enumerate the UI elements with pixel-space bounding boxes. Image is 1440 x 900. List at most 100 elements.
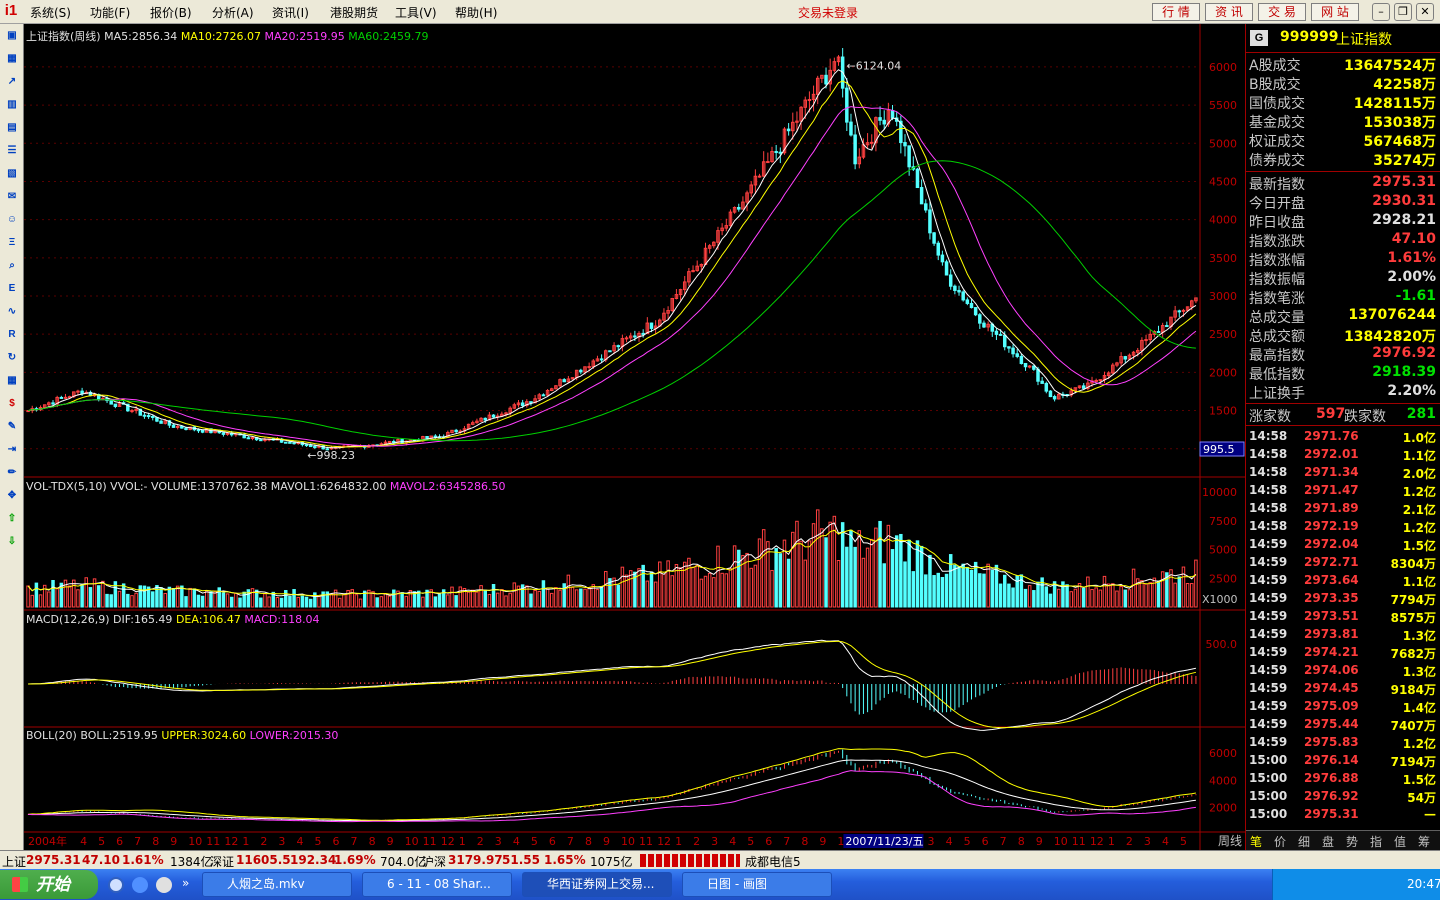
volume-bar <box>861 557 866 608</box>
volume-bar <box>205 590 209 608</box>
table-icon[interactable]: ▦ <box>3 373 21 389</box>
menu-tools[interactable]: 工具(V) <box>395 4 437 21</box>
task-video[interactable]: 人烟之岛.mkv <box>202 872 352 897</box>
volume-bar <box>878 520 882 608</box>
candle-body <box>200 429 205 433</box>
tool-icon[interactable]: ✎ <box>3 419 21 435</box>
tick-row: 15:00 2975.31 — <box>1246 805 1440 823</box>
candle-body <box>807 99 812 102</box>
browser-icon[interactable] <box>108 877 124 893</box>
pin-icon[interactable]: ▣ <box>3 28 21 44</box>
people-icon[interactable]: ☺ <box>3 212 21 228</box>
task-share[interactable]: 6 - 11 - 08 Shar... <box>362 872 512 897</box>
divider <box>1246 52 1440 53</box>
candle-icon[interactable]: ▥ <box>3 97 21 113</box>
candle-body <box>608 350 612 353</box>
tab-1[interactable]: 价 <box>1274 833 1286 850</box>
candle-body <box>633 335 637 338</box>
export-icon[interactable]: ⇥ <box>3 442 21 458</box>
candle-body <box>59 396 64 399</box>
tab-6[interactable]: 值 <box>1394 833 1406 850</box>
menu-help[interactable]: 帮助(H) <box>455 4 497 21</box>
move-icon[interactable]: ✥ <box>3 488 21 504</box>
restore-icon[interactable]: ❐ <box>1394 3 1412 21</box>
clock[interactable]: 20:47 <box>1407 877 1440 891</box>
etf-icon[interactable]: E <box>3 281 21 297</box>
up-arrow-icon[interactable]: ⇧ <box>3 511 21 527</box>
chart-area[interactable]: 6000 5500 5000 4500 4000 3500 3000 2500 2000 1500… <box>24 24 1245 850</box>
refresh-icon[interactable]: ↻ <box>3 350 21 366</box>
search-icon[interactable]: ⌕ <box>3 258 21 274</box>
task-paint[interactable]: 日图 - 画图 <box>682 872 832 897</box>
tick-time: 15:00 <box>1249 771 1288 785</box>
tick-time: 14:59 <box>1249 699 1288 713</box>
mail-icon[interactable]: ✉ <box>3 189 21 205</box>
volume-bar <box>982 573 986 608</box>
tab-7[interactable]: 筹 <box>1418 833 1430 850</box>
volume-bar <box>978 573 982 608</box>
volume-bar <box>703 575 708 608</box>
report-icon[interactable]: ▧ <box>3 166 21 182</box>
fund-icon[interactable]: Ξ <box>3 235 21 251</box>
line-chart-icon[interactable]: ↗ <box>3 74 21 90</box>
website-button[interactable]: 网 站 <box>1311 3 1359 21</box>
volume-bar <box>134 592 138 608</box>
quote-panel: G 999999 上证指数 A股成交 13647524万 B股成交 42258万 国债成… <box>1245 24 1440 850</box>
quick-launch-more-icon[interactable]: » <box>182 876 189 890</box>
news-button[interactable]: 资 讯 <box>1205 3 1253 21</box>
x-month-label: 10 <box>188 835 202 848</box>
volume-bar <box>583 588 587 608</box>
stat-value: 137076244 <box>1348 307 1436 323</box>
candle-body <box>965 299 970 304</box>
tick-volume: 7194万 <box>1390 755 1436 769</box>
candles <box>26 48 1198 451</box>
stat-label: 最高指数 <box>1249 348 1305 364</box>
main-y-tick: 5500 <box>1209 99 1237 112</box>
volume-bar <box>317 596 321 608</box>
grid-icon[interactable]: ▦ <box>3 51 21 67</box>
ie-icon[interactable] <box>132 877 148 893</box>
dollar-icon[interactable]: $ <box>3 396 21 412</box>
pencil-icon[interactable]: ✏ <box>3 465 21 481</box>
x-month-label: 5 <box>314 835 321 848</box>
tick-volume: 1.2亿 <box>1402 485 1436 499</box>
candle-body <box>649 322 654 329</box>
volume-bar <box>695 564 699 608</box>
tab-0[interactable]: 笔 <box>1250 833 1262 850</box>
minimize-icon[interactable]: – <box>1372 3 1390 21</box>
list-icon[interactable]: ☰ <box>3 143 21 159</box>
main-title: 上证指数(周线) <box>26 30 101 43</box>
close-icon[interactable]: ✕ <box>1416 3 1434 21</box>
rsi-icon[interactable]: R <box>3 327 21 343</box>
down-arrow-icon[interactable]: ⇩ <box>3 534 21 550</box>
period-label[interactable]: 周线 <box>1218 834 1242 848</box>
tick-volume: 7682万 <box>1390 647 1436 661</box>
kline-chart[interactable]: 6000550050004500400035003000250020001500… <box>24 24 1245 850</box>
tab-5[interactable]: 指 <box>1370 833 1382 850</box>
x-month-label: 2 <box>1126 835 1133 848</box>
wave-icon[interactable]: ∿ <box>3 304 21 320</box>
tab-3[interactable]: 盘 <box>1322 833 1334 850</box>
tab-2[interactable]: 细 <box>1298 833 1310 850</box>
volume-bar <box>250 588 255 608</box>
menu-system[interactable]: 系统(S) <box>30 4 71 21</box>
task-trading[interactable]: 华西证券网上交易... <box>522 872 672 897</box>
menu-quote[interactable]: 报价(B) <box>150 4 192 21</box>
menu-analysis[interactable]: 分析(A) <box>212 4 254 21</box>
menu-info[interactable]: 资讯(I) <box>272 4 309 21</box>
media-icon[interactable] <box>156 877 172 893</box>
candle-body <box>579 369 583 373</box>
candle-body <box>998 333 1003 336</box>
tab-4[interactable]: 势 <box>1346 833 1358 850</box>
quote-button[interactable]: 行 情 <box>1152 3 1200 21</box>
volume-bar <box>180 585 184 608</box>
volume-bar <box>649 571 654 608</box>
menu-hk-futures[interactable]: 港股期货 <box>330 4 378 21</box>
dif-label: DIF:165.49 <box>113 613 173 626</box>
volume-bar <box>1081 587 1086 608</box>
candle-body <box>1156 331 1161 334</box>
menu-function[interactable]: 功能(F) <box>90 4 130 21</box>
trade-button[interactable]: 交 易 <box>1258 3 1306 21</box>
x-month-label: 12 <box>441 835 455 848</box>
window-icon[interactable]: ▤ <box>3 120 21 136</box>
